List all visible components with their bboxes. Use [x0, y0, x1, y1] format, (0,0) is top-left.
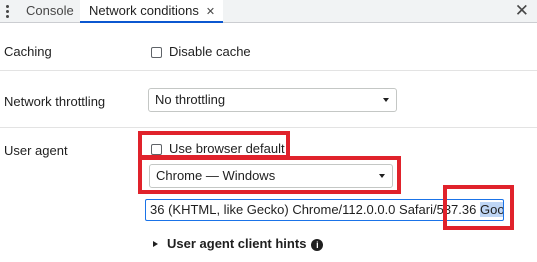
disable-cache-checkbox-box[interactable]	[151, 47, 162, 58]
use-browser-default-label: Use browser default	[169, 141, 285, 156]
tab-network-conditions[interactable]: Network conditions ✕	[80, 0, 224, 23]
drawer-tab-bar: Console Network conditions ✕ ✕	[0, 0, 537, 23]
expand-triangle-icon	[153, 241, 158, 247]
info-icon[interactable]: i	[311, 239, 324, 251]
user-agent-input-text: 36 (KHTML, like Gecko) Chrome/112.0.0.0 …	[150, 202, 480, 217]
tab-network-conditions-label: Network conditions	[89, 3, 199, 18]
use-browser-default-checkbox[interactable]: Use browser default	[151, 141, 285, 156]
user-agent-client-hints-label: User agent client hints	[167, 236, 307, 251]
user-agent-input-selected-text: Googlebot	[479, 202, 503, 217]
tab-console[interactable]: Console	[26, 0, 74, 22]
disable-cache-checkbox[interactable]: Disable cache	[151, 44, 251, 59]
close-drawer-icon[interactable]: ✕	[515, 1, 529, 21]
chevron-down-icon	[383, 98, 389, 102]
user-agent-client-hints-toggle[interactable]: User agent client hints i	[153, 236, 324, 251]
network-throttling-value: No throttling	[155, 92, 226, 107]
close-tab-icon[interactable]: ✕	[206, 1, 215, 23]
caching-label: Caching	[4, 44, 52, 59]
network-throttling-label: Network throttling	[4, 94, 106, 109]
more-options-icon[interactable]	[6, 5, 10, 18]
chevron-down-icon	[379, 174, 385, 178]
network-throttling-select[interactable]: No throttling	[148, 88, 397, 112]
user-agent-preset-select[interactable]: Chrome — Windows	[149, 164, 393, 188]
use-browser-default-checkbox-box[interactable]	[151, 144, 162, 155]
section-divider	[0, 70, 537, 71]
disable-cache-label: Disable cache	[169, 44, 251, 59]
user-agent-label: User agent	[4, 143, 68, 158]
custom-user-agent-input[interactable]: 36 (KHTML, like Gecko) Chrome/112.0.0.0 …	[145, 199, 504, 221]
section-divider	[0, 127, 537, 128]
user-agent-preset-value: Chrome — Windows	[156, 168, 276, 183]
